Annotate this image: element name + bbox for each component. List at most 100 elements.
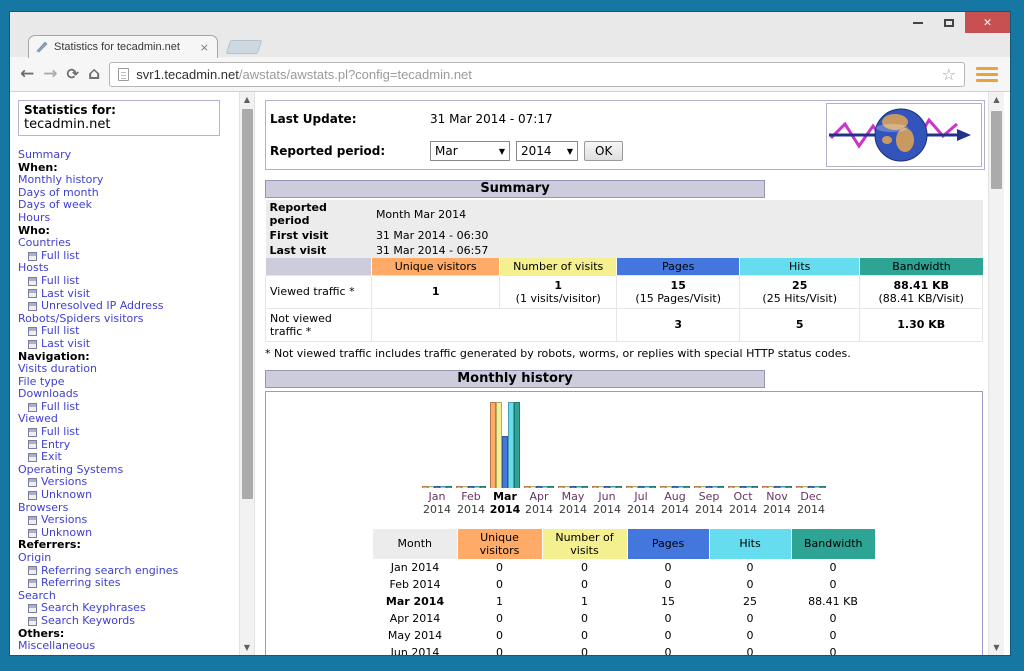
not-viewed-bandwidth: 1.30 KB [860,308,983,341]
home-button[interactable]: ⌂ [88,66,100,83]
value-cell: 0 [709,644,791,656]
sidebar-item-label: Full list [41,275,79,288]
axis-year-label: 2014 [559,503,587,516]
scrollbar-thumb[interactable] [991,111,1002,189]
monthly-header-pages: Pages [627,529,709,559]
bar-bandwidth-kb [446,486,452,488]
sidebar-item-label: Operating Systems [18,463,123,476]
chart-group-jan-2014: Jan2014 [420,402,454,516]
browser-window: ✕ Statistics for tecadmin.net × ← → ⟳ ⌂ … [10,12,1010,655]
sidebar-item-versions[interactable]: Versions [18,514,234,527]
list-icon [28,516,37,525]
summary-info-label: Last visit [266,243,372,258]
header-hits: Hits [739,258,860,275]
sidebar-item-label: Versions [41,514,87,527]
awstats-logo [826,103,982,167]
sidebar-item-origin[interactable]: Origin [18,552,234,565]
list-icon [28,579,37,588]
sidebar-item-label: Navigation: [18,350,90,363]
ok-button[interactable]: OK [584,141,623,161]
viewed-hits: 25 [744,279,856,292]
bar-bandwidth-kb [718,486,724,488]
reload-button[interactable]: ⟳ [67,67,80,82]
sidebar-item-label: Browsers [18,501,68,514]
sidebar-item-days-of-week[interactable]: Days of week [18,199,234,212]
sidebar-item-full-list[interactable]: Full list [18,275,234,288]
bar-bandwidth-kb [752,486,758,488]
sidebar-item-label: Days of week [18,198,92,211]
list-icon [28,428,37,437]
not-viewed-pages: 3 [617,308,740,341]
viewed-visits: 1 [504,279,612,292]
axis-month-label: Jan [429,490,446,503]
tab-close-icon[interactable]: × [198,41,211,54]
list-icon [28,252,37,261]
not-viewed-hits: 5 [739,308,860,341]
maximize-button[interactable] [935,12,963,33]
value-cell: 0 [791,627,875,644]
sidebar-item-label: Summary [18,148,71,161]
axis-month-label: Feb [461,490,480,503]
sidebar-item-label: File type [18,375,64,388]
monthly-history-box: Jan2014Feb2014Mar2014Apr2014May2014Jun20… [265,391,983,656]
axis-year-label: 2014 [695,503,723,516]
bar-bandwidth-kb [684,486,690,488]
sidebar-item-downloads[interactable]: Downloads [18,388,234,401]
sidebar-scrollbar[interactable]: ▲ ▼ [239,92,255,655]
summary-info-value: 31 Mar 2014 - 06:57 [372,243,983,258]
sidebar-item-label: Downloads [18,387,78,400]
sidebar-item-label: Hours [18,211,50,224]
sidebar-item-full-list[interactable]: Full list [18,250,234,263]
report-header-box: Last Update: 31 Mar 2014 - 07:17 Reporte… [265,100,985,170]
scroll-up-icon[interactable]: ▲ [240,92,254,107]
header-bandwidth: Bandwidth [860,258,983,275]
sidebar-item-miscellaneous[interactable]: Miscellaneous [18,640,234,653]
value-cell: 0 [542,644,627,656]
sidebar-item-full-list[interactable]: Full list [18,426,234,439]
bar-bandwidth-kb [582,486,588,488]
bar-bandwidth-kb [480,486,486,488]
value-cell: 0 [709,627,791,644]
forward-button[interactable]: → [43,66,57,83]
close-button[interactable]: ✕ [965,12,1010,33]
bar-bandwidth-kb [820,486,826,488]
back-button[interactable]: ← [20,66,34,83]
year-select[interactable]: 2014▼ [516,141,578,161]
browser-tab[interactable]: Statistics for tecadmin.net × [28,35,218,58]
sidebar-item-hours[interactable]: Hours [18,212,234,225]
scroll-down-icon[interactable]: ▼ [989,640,1004,655]
value-cell: 1 [457,593,542,610]
sidebar-item-countries[interactable]: Countries [18,237,234,250]
page-icon [118,68,129,81]
month-select[interactable]: Mar▼ [430,141,510,161]
minimize-button[interactable] [904,12,932,33]
scroll-down-icon[interactable]: ▼ [240,640,254,655]
new-tab-button[interactable] [226,40,263,54]
month-cell: Jan 2014 [373,559,457,576]
list-icon [28,327,37,336]
value-cell: 0 [791,610,875,627]
value-cell: 0 [627,576,709,593]
sidebar-item-label: When: [18,161,58,174]
sidebar-item-label: Countries [18,236,71,249]
sidebar-item-label: Hosts [18,261,49,274]
value-cell: 0 [542,627,627,644]
url-text[interactable]: svr1.tecadmin.net/awstats/awstats.pl?con… [136,67,934,82]
chart-group-jul-2014: Jul2014 [624,402,658,516]
sidebar-item-label: Origin [18,551,51,564]
main-scrollbar[interactable]: ▲ ▼ [988,92,1004,655]
viewed-unique: 1 [376,285,495,298]
menu-button[interactable] [974,62,1000,86]
value-cell: 0 [457,559,542,576]
month-cell: Apr 2014 [373,610,457,627]
list-icon [28,604,37,613]
statistics-for-label: Statistics for: [24,103,214,117]
monthly-row-apr-2014: Apr 201400000 [373,610,875,627]
titlebar: ✕ [10,12,1010,33]
statistics-for-box: Statistics for: tecadmin.net [18,100,220,136]
scrollbar-thumb[interactable] [242,109,253,499]
scroll-up-icon[interactable]: ▲ [989,92,1004,107]
axis-month-label: Dec [800,490,821,503]
url-bar[interactable]: svr1.tecadmin.net/awstats/awstats.pl?con… [109,62,965,87]
bookmark-star-icon[interactable]: ☆ [942,65,956,84]
